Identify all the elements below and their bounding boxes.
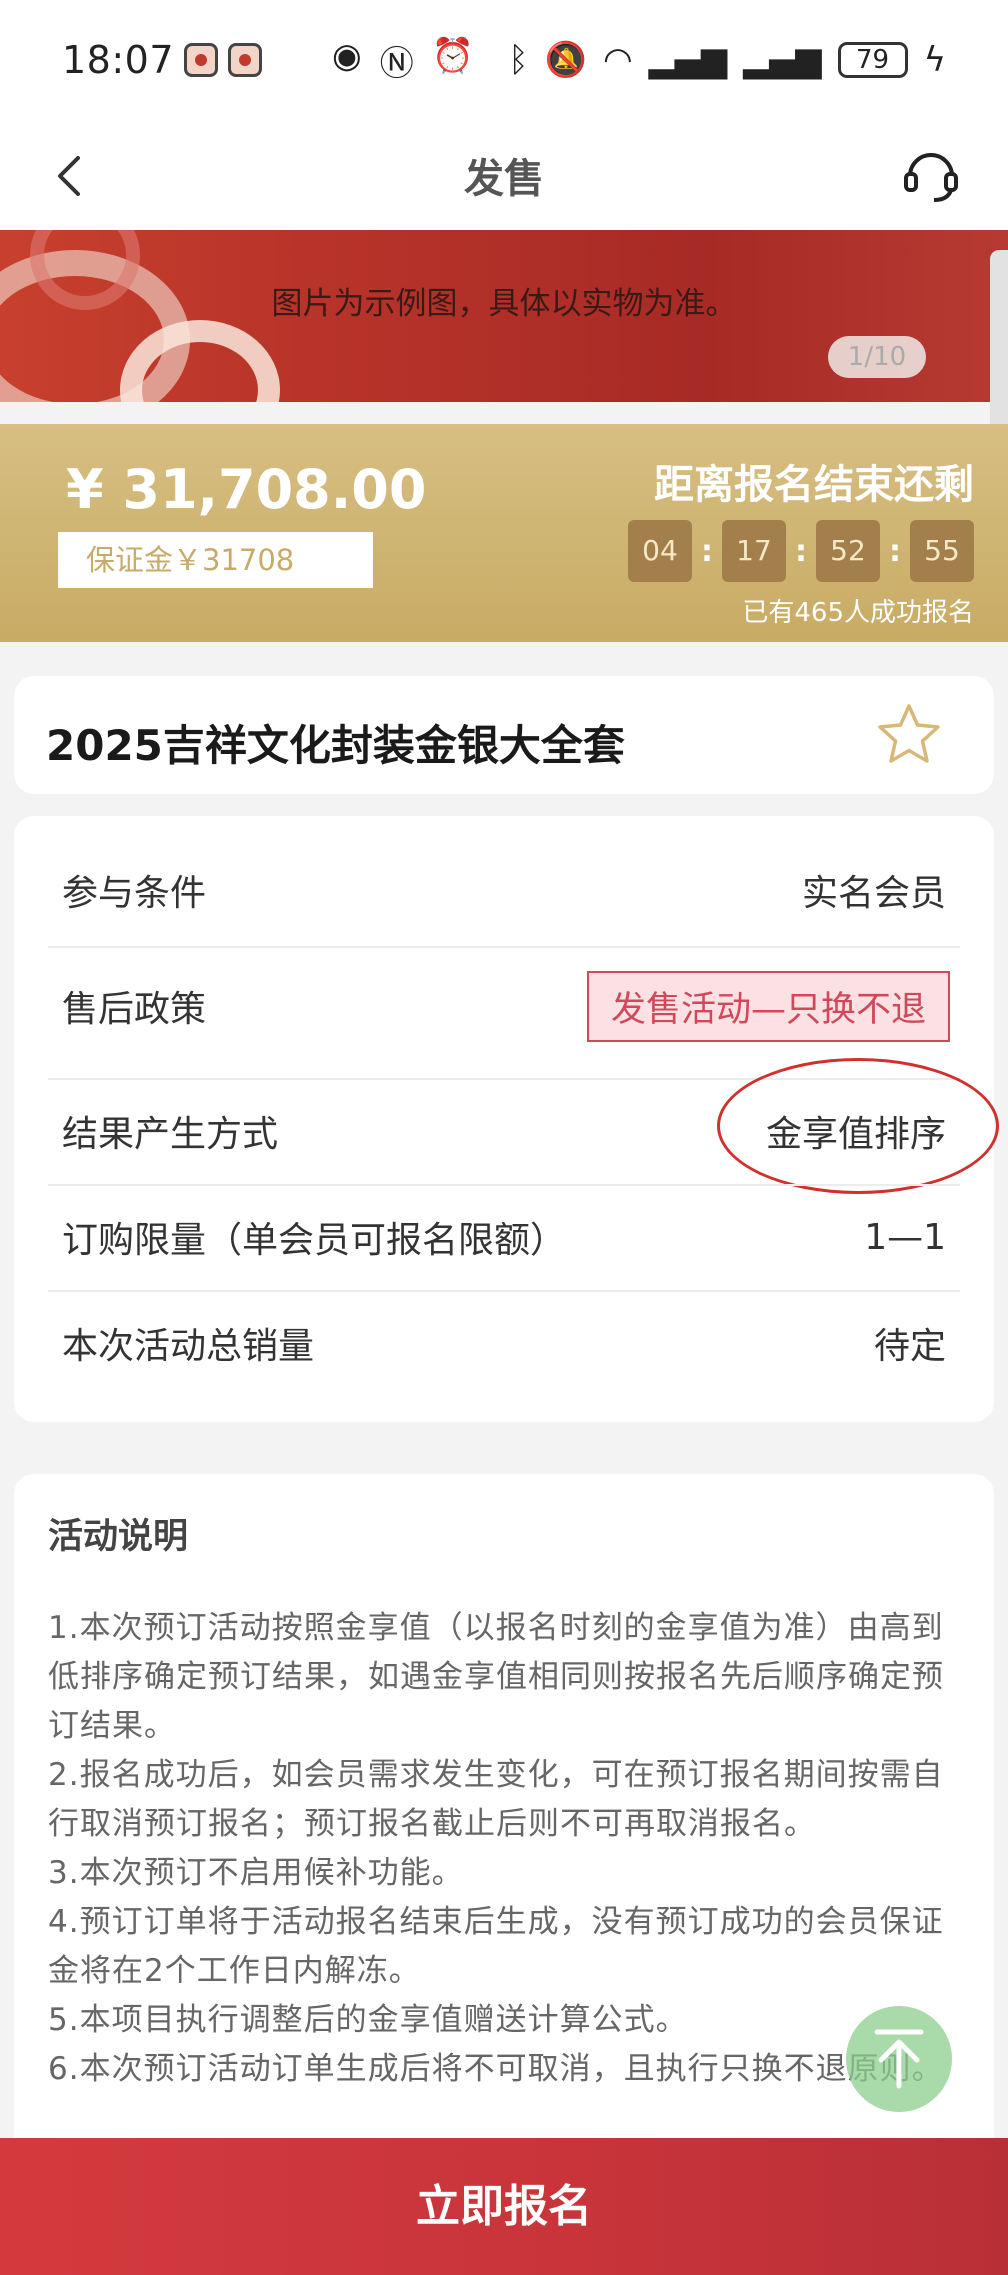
back-to-top-button[interactable] [846, 2006, 952, 2112]
product-title: 2025吉祥文化封装金银大全套 [46, 721, 625, 770]
star-icon[interactable] [874, 700, 944, 770]
sale-info-card: 参与条件 实名会员 售后政策 发售活动—只换不退 结果产生方式 金享值排序 订购… [14, 816, 999, 1422]
countdown-hours: 17 [722, 520, 786, 582]
signed-count: 已有465人成功报名 [742, 598, 974, 628]
countdown-title: 距离报名结束还剩 [654, 462, 974, 508]
info-label: 售后政策 [62, 989, 207, 1030]
description-item: 2.报名成功后，如会员需求发生变化，可在预订报名期间按需自行取消预订报名；预订报… [48, 1757, 944, 1842]
page-title: 发售 [464, 156, 544, 202]
charging-icon: ϟ [923, 40, 946, 80]
countdown-days: 04 [628, 520, 692, 582]
description-list: 1.本次预订活动按照金享值（以报名时刻的金享值为准）由高到低排序确定预订结果，如… [48, 1604, 960, 2094]
alarm-icon: ⏰ [431, 35, 475, 76]
description-item: 5.本项目执行调整后的金享值赠送计算公式。 [48, 2002, 688, 2038]
info-row-total-sales: 本次活动总销量 待定 [48, 1300, 960, 1386]
wifi-icon: ◠ [602, 40, 633, 80]
price: ¥ 31,708.00 [66, 458, 427, 521]
countdown-minutes: 52 [816, 520, 880, 582]
info-row-purchase-limit: 订购限量（单会员可报名限额） 1—1 [48, 1194, 960, 1280]
after-sales-policy-tag: 发售活动—只换不退 [586, 970, 950, 1042]
description-item: 6.本次预订活动订单生成后将不可取消，且执行只换不退原则。 [48, 2051, 944, 2087]
info-label: 本次活动总销量 [62, 1326, 315, 1367]
countdown-timer: 04 : 17 : 52 : 55 [628, 520, 974, 582]
description-item: 1.本次预订活动按照金享值（以报名时刻的金享值为准）由高到低排序确定预订结果，如… [48, 1610, 944, 1744]
product-image-banner[interactable]: 图片为示例图，具体以实物为准。 1/10 [0, 230, 1008, 402]
annotation-circle [717, 1058, 999, 1194]
countdown-separator: : [795, 533, 807, 569]
4g-signal-icon: ▂▄▆ [743, 40, 822, 80]
description-item: 3.本次预订不启用候补功能。 [48, 1855, 464, 1891]
description-item: 4.预订订单将于活动报名结束后生成，没有预订成功的会员保证金将在2个工作日内解冻… [48, 1904, 944, 1989]
product-title-card: 2025吉祥文化封装金银大全套 [14, 676, 994, 794]
divider [48, 946, 960, 948]
status-time: 18:07 [62, 38, 175, 82]
signal-icon: ▂▄▆ [648, 40, 728, 80]
battery-indicator: 79 [837, 42, 908, 78]
arrow-up-icon [874, 2029, 924, 2089]
enroll-now-button[interactable]: 立即报名 [0, 2138, 1008, 2275]
app-notification-icon [184, 43, 219, 77]
info-value: 实名会员 [801, 873, 946, 914]
mute-icon: 🔕 [544, 40, 587, 80]
nav-bar: 发售 [0, 120, 1008, 230]
countdown-separator: : [701, 533, 713, 569]
info-value: 待定 [873, 1326, 946, 1367]
info-label: 订购限量（单会员可报名限额） [62, 1220, 567, 1261]
chevron-left-icon[interactable] [42, 146, 102, 206]
bluetooth-icon: ᛒ [508, 40, 529, 80]
countdown-separator: : [889, 533, 901, 569]
banner-pager: 1/10 [828, 336, 926, 378]
info-label: 结果产生方式 [62, 1114, 279, 1155]
nfc-icon: Ⓝ [379, 43, 414, 84]
info-row-after-sales: 售后政策 发售活动—只换不退 [48, 956, 960, 1056]
eye-icon: ◉ [332, 35, 362, 76]
countdown-seconds: 55 [910, 520, 974, 582]
divider [48, 1290, 960, 1292]
app-notification-icon [228, 43, 263, 77]
banner-note: 图片为示例图，具体以实物为准。 [271, 286, 737, 322]
info-label: 参与条件 [62, 873, 207, 914]
price-band: ¥ 31,708.00 保证金￥31708 距离报名结束还剩 04 : 17 :… [0, 424, 1008, 642]
headset-icon[interactable] [898, 142, 964, 208]
divider [48, 1184, 960, 1186]
info-row-condition: 参与条件 实名会员 [48, 852, 960, 928]
status-bar: 18:07 ◉ Ⓝ ⏰ ᛒ 🔕 ◠ ▂▄▆ ▂▄▆ 79 ϟ [0, 0, 1008, 120]
description-title: 活动说明 [48, 1517, 189, 1557]
info-value: 1—1 [864, 1216, 946, 1258]
deposit-label: 保证金￥31708 [58, 532, 373, 588]
